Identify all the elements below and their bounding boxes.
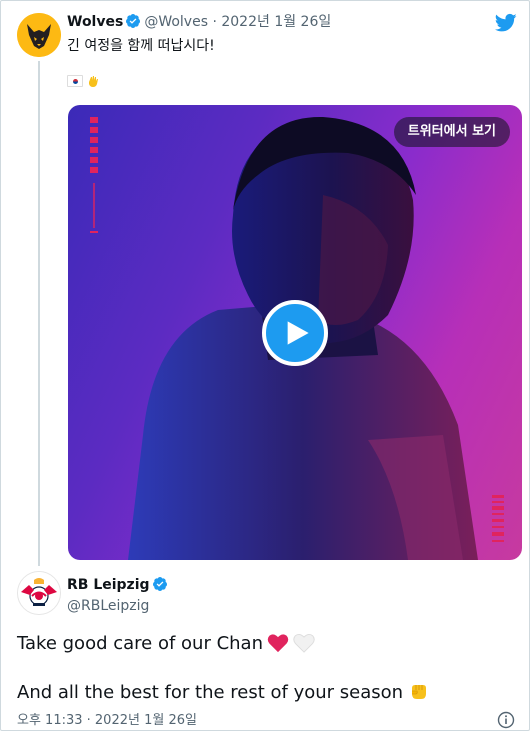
waving-hand-icon — [89, 76, 98, 87]
rb-leipzig-avatar[interactable] — [17, 571, 61, 615]
quoted-tweet-header: Wolves @Wolves · 2022년 1월 26일 — [67, 13, 331, 31]
author-name[interactable]: Wolves — [67, 14, 123, 30]
author-handle[interactable]: @Wolves — [144, 14, 208, 30]
tweet-text-line-2: And all the best for the rest of your se… — [17, 680, 429, 706]
tweet-text-line-1: Take good care of our Chan — [17, 631, 315, 657]
red-heart-icon — [267, 634, 289, 653]
play-button[interactable] — [262, 300, 328, 366]
tweet-text: Take good care of our Chan — [17, 633, 263, 654]
fist-bump-icon — [412, 685, 427, 699]
decorative-barcode — [492, 495, 504, 542]
tweet-timestamp[interactable]: 오후 11:33 · 2022년 1월 26일 — [17, 712, 197, 730]
separator-dot: · — [212, 14, 217, 30]
thread-connector-line — [38, 61, 40, 566]
wolves-avatar[interactable] — [17, 13, 61, 57]
twitter-bird-icon[interactable] — [495, 13, 517, 33]
play-icon — [287, 321, 309, 345]
author-name[interactable]: RB Leipzig — [67, 577, 150, 593]
verified-badge-icon — [126, 14, 141, 28]
author-name-line: RB Leipzig — [67, 576, 171, 594]
white-heart-icon — [293, 633, 315, 653]
decorative-text-strip — [90, 117, 98, 233]
verified-badge-icon — [152, 577, 167, 591]
embedded-tweet-card: Wolves @Wolves · 2022년 1월 26일 긴 여정을 함께 떠납… — [0, 0, 530, 731]
tweet-date[interactable]: 2022년 1월 26일 — [221, 14, 331, 30]
video-player[interactable]: 트위터에서 보기 — [68, 105, 522, 560]
tweet-text: And all the best for the rest of your se… — [17, 682, 404, 703]
flag-south-korea-icon — [67, 75, 83, 87]
quoted-tweet-text: 긴 여정을 함께 떠납시다! — [67, 38, 215, 54]
author-handle[interactable]: @RBLeipzig — [67, 597, 149, 615]
info-icon[interactable] — [497, 711, 515, 729]
quoted-tweet-emoji — [67, 74, 100, 88]
view-on-twitter-button[interactable]: 트위터에서 보기 — [393, 117, 510, 147]
